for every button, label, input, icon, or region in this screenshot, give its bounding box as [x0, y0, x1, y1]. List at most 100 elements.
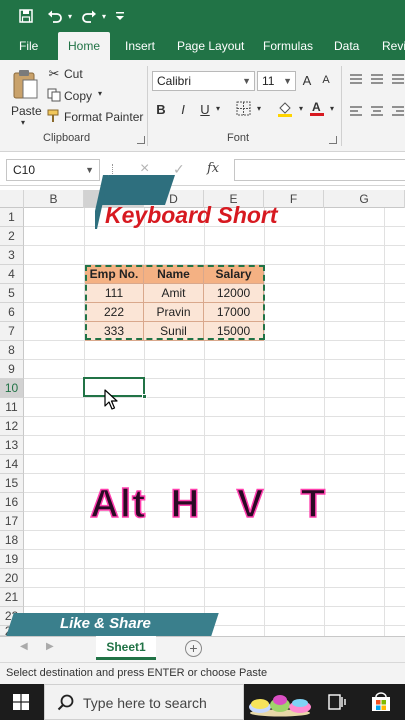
table-cell[interactable]: 333: [85, 322, 144, 341]
tab-page-layout[interactable]: Page Layout: [177, 32, 244, 60]
tab-formulas[interactable]: Formulas: [263, 32, 313, 60]
bold-button[interactable]: B: [154, 102, 168, 117]
copy-dropdown-icon[interactable]: ▾: [98, 89, 102, 98]
microsoft-store-icon[interactable]: [371, 692, 391, 717]
row-header[interactable]: 15: [0, 474, 24, 493]
svg-text:A: A: [312, 100, 321, 114]
keyboard-shortcut-title: Keyboard Short: [105, 202, 278, 228]
table-header-cell[interactable]: Emp No.: [85, 265, 144, 284]
decrease-font-icon[interactable]: A: [319, 74, 333, 86]
tab-review[interactable]: Revi: [382, 32, 405, 60]
name-box[interactable]: C10 ▼: [6, 159, 100, 181]
chevron-down-icon: ▼: [85, 165, 94, 175]
row-header[interactable]: 20: [0, 569, 24, 588]
table-cell[interactable]: 15000: [204, 322, 264, 341]
fill-color-icon[interactable]: [276, 101, 294, 120]
font-launcher-icon[interactable]: [329, 136, 337, 144]
align-right-icon[interactable]: [390, 104, 405, 119]
row-header[interactable]: 7: [0, 322, 24, 341]
copy-icon[interactable]: [46, 88, 62, 105]
row-header[interactable]: 1: [0, 208, 24, 227]
increase-font-icon[interactable]: A: [300, 73, 314, 88]
tab-file[interactable]: File: [19, 32, 38, 60]
column-header-g[interactable]: G: [324, 190, 405, 208]
customize-qat-icon[interactable]: [112, 0, 128, 32]
copy-button[interactable]: Copy: [64, 89, 92, 103]
format-painter-icon[interactable]: [46, 109, 62, 126]
gridline: [24, 549, 405, 550]
undo-dropdown-icon[interactable]: ▾: [64, 0, 76, 32]
row-header[interactable]: 17: [0, 512, 24, 531]
row-header[interactable]: 3: [0, 246, 24, 265]
row-header[interactable]: 18: [0, 531, 24, 550]
format-painter-button[interactable]: Format Painter: [64, 110, 143, 124]
font-size-select[interactable]: 11 ▼: [257, 71, 296, 91]
row-header[interactable]: 21: [0, 588, 24, 607]
scroll-left-icon[interactable]: ◀: [20, 641, 28, 652]
clipboard-group-label: Clipboard: [43, 132, 91, 144]
row-header[interactable]: 19: [0, 550, 24, 569]
fill-handle[interactable]: [142, 394, 147, 399]
row-header[interactable]: 13: [0, 436, 24, 455]
undo-icon[interactable]: [44, 0, 66, 32]
align-bottom-icon[interactable]: [390, 72, 405, 87]
italic-button[interactable]: I: [176, 102, 190, 117]
fill-color-dropdown-icon[interactable]: ▾: [296, 104, 306, 113]
row-header[interactable]: 14: [0, 455, 24, 474]
align-middle-icon[interactable]: [369, 72, 385, 87]
row-header[interactable]: 8: [0, 341, 24, 360]
align-left-icon[interactable]: [348, 104, 364, 119]
taskbar-search-box[interactable]: Type here to search: [44, 684, 244, 720]
font-group-label: Font: [227, 132, 250, 144]
borders-icon[interactable]: [234, 101, 252, 119]
scroll-right-icon[interactable]: ▶: [46, 641, 54, 652]
sheet-tab-sheet1[interactable]: Sheet1: [96, 636, 156, 660]
underline-button[interactable]: U: [198, 102, 212, 117]
tab-insert[interactable]: Insert: [125, 32, 155, 60]
row-header[interactable]: 5: [0, 284, 24, 303]
table-cell[interactable]: 12000: [204, 284, 264, 303]
add-sheet-icon[interactable]: +: [185, 640, 202, 657]
chevron-down-icon: ▼: [242, 76, 251, 86]
row-header[interactable]: 12: [0, 417, 24, 436]
holi-colors-icon[interactable]: [246, 687, 314, 720]
select-all-button[interactable]: [0, 190, 24, 208]
table-cell[interactable]: 111: [85, 284, 144, 303]
table-header-cell[interactable]: Salary: [204, 265, 264, 284]
table-cell[interactable]: Pravin: [144, 303, 204, 322]
windows-start-icon[interactable]: [13, 694, 29, 715]
underline-dropdown-icon[interactable]: ▾: [213, 104, 223, 113]
row-header[interactable]: 4: [0, 265, 24, 284]
row-header[interactable]: 9: [0, 360, 24, 379]
row-header[interactable]: 6: [0, 303, 24, 322]
save-icon[interactable]: [14, 0, 38, 32]
table-cell[interactable]: Amit: [144, 284, 204, 303]
task-view-icon[interactable]: [328, 694, 346, 715]
column-header-b[interactable]: B: [24, 190, 84, 208]
cut-button[interactable]: Cut: [64, 67, 83, 81]
row-header[interactable]: 2: [0, 227, 24, 246]
cut-icon[interactable]: ✂: [46, 66, 62, 82]
borders-dropdown-icon[interactable]: ▾: [254, 104, 264, 113]
font-color-icon[interactable]: A: [309, 100, 325, 120]
table-cell[interactable]: Sunil: [144, 322, 204, 341]
clipboard-launcher-icon[interactable]: [137, 136, 145, 144]
table-cell[interactable]: 17000: [204, 303, 264, 322]
redo-icon[interactable]: [78, 0, 100, 32]
row-header[interactable]: 16: [0, 493, 24, 512]
row-header-selected[interactable]: 10: [0, 379, 24, 398]
insert-function-icon[interactable]: fx: [207, 161, 219, 176]
formula-input[interactable]: [234, 159, 405, 181]
table-header-cell[interactable]: Name: [144, 265, 204, 284]
row-header[interactable]: 11: [0, 398, 24, 417]
align-top-icon[interactable]: [348, 72, 364, 87]
gridline: [264, 208, 265, 636]
paste-button[interactable]: Paste ▾: [8, 66, 42, 128]
tab-home[interactable]: Home: [58, 32, 111, 60]
font-name-select[interactable]: Calibri ▼: [152, 71, 255, 91]
align-center-icon[interactable]: [369, 104, 385, 119]
tab-data[interactable]: Data: [334, 32, 359, 60]
redo-dropdown-icon[interactable]: ▾: [98, 0, 110, 32]
table-cell[interactable]: 222: [85, 303, 144, 322]
font-color-dropdown-icon[interactable]: ▾: [327, 104, 337, 113]
